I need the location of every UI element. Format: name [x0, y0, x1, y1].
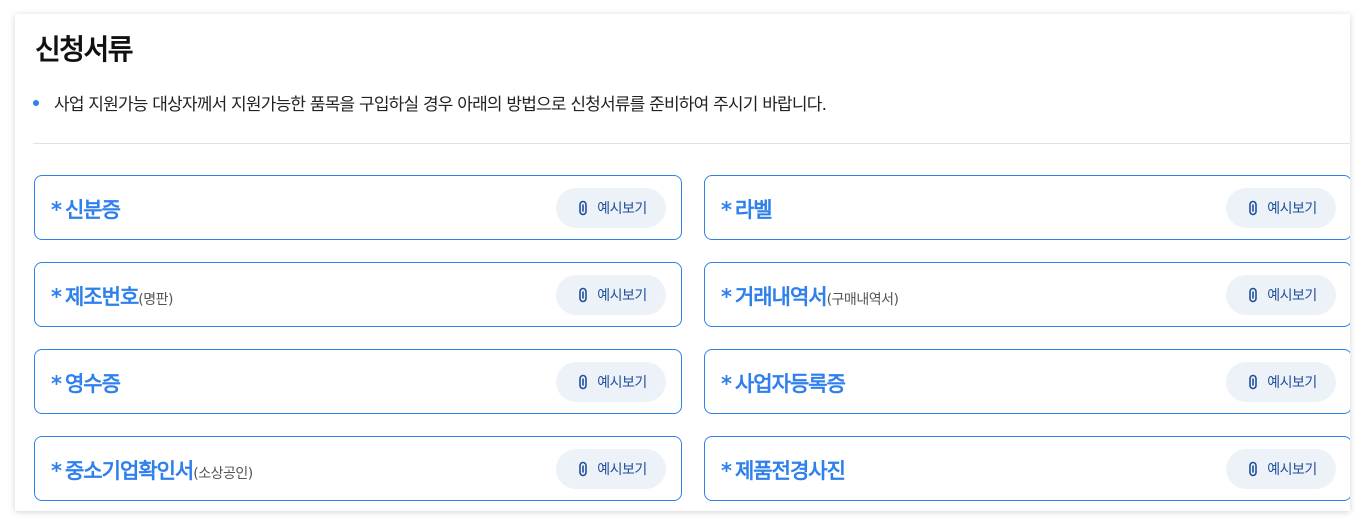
preview-button-label: 예시보기	[1267, 375, 1317, 391]
document-card-product-photo: * 제품전경사진 예시보기	[704, 436, 1350, 501]
document-card-business-registration: * 사업자등록증 예시보기	[704, 349, 1350, 414]
document-card-serial-number: * 제조번호 (명판) 예시보기	[34, 262, 682, 327]
paperclip-icon	[579, 374, 588, 390]
required-mark: *	[51, 459, 62, 483]
preview-button-label: 예시보기	[1267, 288, 1317, 304]
preview-button-label: 예시보기	[1267, 201, 1317, 217]
required-mark: *	[721, 459, 732, 483]
paperclip-icon	[1249, 461, 1258, 477]
document-name: 라벨	[734, 198, 773, 222]
document-title: * 제품전경사진	[721, 455, 846, 485]
notice-line: 사업 지원가능 대상자께서 지원가능한 품목을 구입하실 경우 아래의 방법으로…	[33, 90, 827, 115]
preview-button-serial-number[interactable]: 예시보기	[556, 275, 666, 315]
document-card-id: * 신분증 예시보기	[34, 175, 682, 240]
preview-button-product-photo[interactable]: 예시보기	[1226, 449, 1336, 489]
document-name: 영수증	[64, 372, 121, 396]
paperclip-icon	[579, 461, 588, 477]
paperclip-icon	[1249, 374, 1258, 390]
paperclip-icon	[579, 200, 588, 216]
required-mark: *	[51, 285, 62, 309]
paperclip-icon	[1249, 200, 1258, 216]
paperclip-icon	[1249, 287, 1258, 303]
required-mark: *	[51, 372, 62, 396]
document-name: 사업자등록증	[734, 372, 846, 396]
preview-button-id[interactable]: 예시보기	[556, 188, 666, 228]
required-mark: *	[721, 198, 732, 222]
preview-button-label: 예시보기	[597, 462, 647, 478]
document-name: 거래내역서	[734, 285, 828, 309]
document-title: * 신분증	[51, 194, 121, 224]
paperclip-icon	[579, 287, 588, 303]
document-title: * 사업자등록증	[721, 368, 846, 398]
document-card-transaction-statement: * 거래내역서 (구매내역서) 예시보기	[704, 262, 1350, 327]
document-note: (소상공인)	[193, 466, 253, 482]
preview-button-label: 예시보기	[597, 288, 647, 304]
required-mark: *	[721, 372, 732, 396]
preview-button-label[interactable]: 예시보기	[1226, 188, 1336, 228]
document-name: 신분증	[64, 198, 121, 222]
preview-button-business-registration[interactable]: 예시보기	[1226, 362, 1336, 402]
preview-button-receipt[interactable]: 예시보기	[556, 362, 666, 402]
preview-button-label: 예시보기	[1267, 462, 1317, 478]
notice-text: 사업 지원가능 대상자께서 지원가능한 품목을 구입하실 경우 아래의 방법으로…	[54, 95, 827, 115]
document-title: * 라벨	[721, 194, 773, 224]
preview-button-label: 예시보기	[597, 201, 647, 217]
section-title: 신청서류	[35, 33, 134, 66]
required-mark: *	[721, 285, 732, 309]
document-card-label: * 라벨 예시보기	[704, 175, 1350, 240]
document-note: (구매내역서)	[826, 292, 899, 308]
bullet-dot-icon	[33, 99, 39, 106]
preview-button-sme-certificate[interactable]: 예시보기	[556, 449, 666, 489]
document-card-receipt: * 영수증 예시보기	[34, 349, 682, 414]
document-title: * 중소기업확인서 (소상공인)	[51, 455, 253, 485]
document-note: (명판)	[138, 292, 173, 308]
documents-panel: 신청서류 사업 지원가능 대상자께서 지원가능한 품목을 구입하실 경우 아래의…	[15, 14, 1350, 511]
divider	[33, 143, 1350, 144]
document-title: * 영수증	[51, 368, 121, 398]
document-name: 중소기업확인서	[64, 459, 194, 483]
document-title: * 거래내역서 (구매내역서)	[721, 281, 899, 311]
document-name: 제조번호	[64, 285, 139, 309]
required-mark: *	[51, 198, 62, 222]
document-card-sme-certificate: * 중소기업확인서 (소상공인) 예시보기	[34, 436, 682, 501]
preview-button-transaction-statement[interactable]: 예시보기	[1226, 275, 1336, 315]
preview-button-label: 예시보기	[597, 375, 647, 391]
document-title: * 제조번호 (명판)	[51, 281, 173, 311]
document-name: 제품전경사진	[734, 459, 846, 483]
